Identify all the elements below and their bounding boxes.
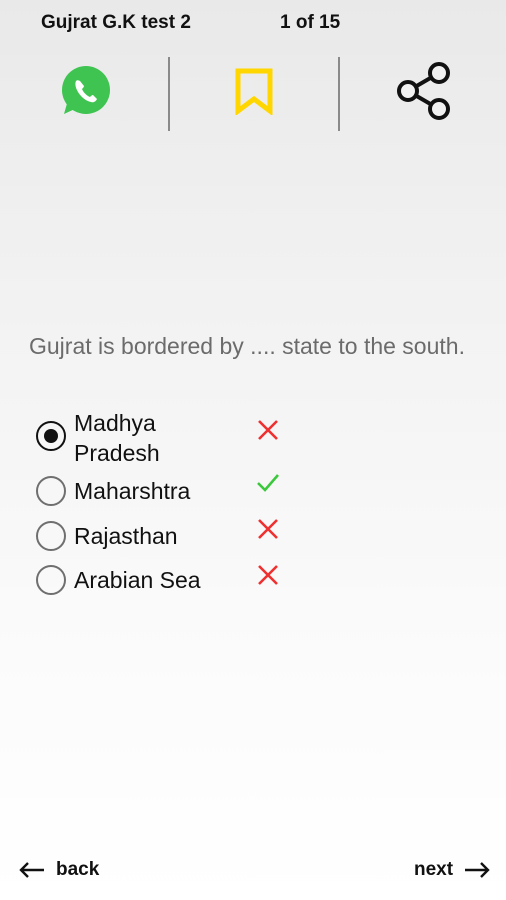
bookmark-icon [235, 68, 273, 115]
back-button[interactable]: back [18, 852, 99, 888]
arrow-left-icon [19, 862, 44, 878]
radio-button[interactable] [36, 476, 66, 506]
radio-button[interactable] [36, 521, 66, 551]
option-label: Rajasthan [74, 523, 178, 549]
question-counter: 1 of 15 [280, 12, 341, 33]
question-text: Gujrat is bordered by .... state to the … [29, 333, 465, 359]
next-label: next [414, 859, 454, 880]
quiz-title: Gujrat G.K test 2 [41, 12, 191, 33]
bookmark-button[interactable] [224, 61, 284, 121]
wrong-mark-icon [258, 565, 278, 585]
option-label: Madhya Pradesh [74, 410, 160, 466]
wrong-mark-icon [258, 519, 278, 539]
share-icon [397, 62, 450, 120]
share-button[interactable] [394, 61, 454, 121]
divider [338, 57, 340, 131]
top-bar: Gujrat G.K test 2 1 of 15 [0, 0, 506, 48]
option-label: Arabian Sea [74, 567, 201, 593]
wrong-mark-icon [258, 420, 278, 440]
correct-mark-icon [257, 474, 279, 492]
option-label: Maharshtra [74, 478, 191, 504]
back-label: back [56, 859, 100, 880]
whatsapp-button[interactable] [54, 61, 114, 121]
whatsapp-icon [62, 66, 110, 114]
next-button[interactable]: next [414, 852, 491, 888]
divider [168, 57, 170, 131]
radio-button[interactable] [36, 565, 66, 595]
arrow-right-icon [465, 862, 490, 878]
radio-button-selected[interactable] [36, 421, 66, 451]
action-bar [0, 55, 506, 133]
